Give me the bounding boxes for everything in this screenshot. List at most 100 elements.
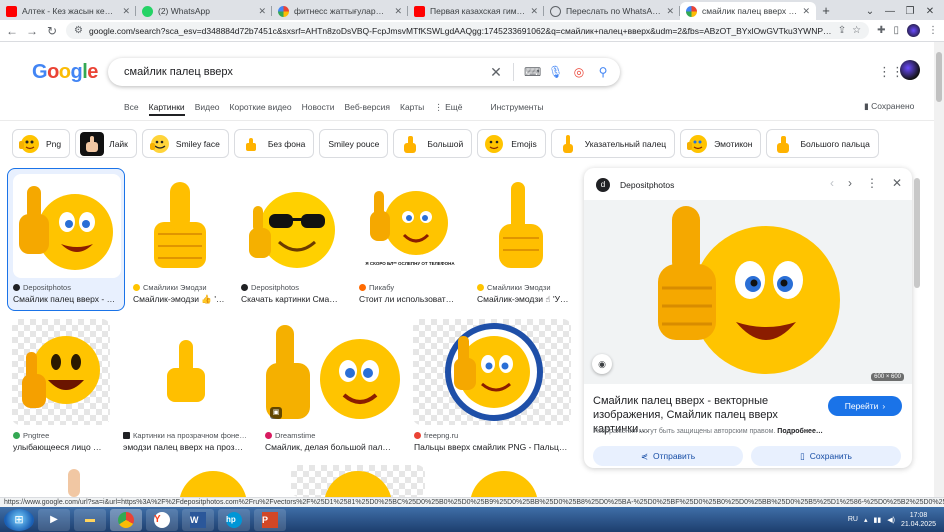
browser-tab-active[interactable]: смайлик палец вверх - Поиск…✕: [680, 2, 816, 20]
search-icon[interactable]: ⚲: [596, 65, 610, 79]
close-tab-icon[interactable]: ✕: [666, 6, 674, 17]
taskbar-media-player[interactable]: ▶: [38, 508, 70, 531]
clock[interactable]: 17:08 21.04.2025: [901, 511, 936, 529]
result-caption[interactable]: эмодзи палец вверх на проз…: [123, 442, 253, 452]
result-thumbnail[interactable]: [436, 465, 572, 497]
volume-icon[interactable]: ◀): [887, 516, 895, 524]
tab-video[interactable]: Видео: [195, 102, 220, 116]
close-tab-icon[interactable]: ✕: [802, 6, 810, 17]
keyboard-icon[interactable]: ⌨: [524, 65, 541, 79]
result-caption[interactable]: Пальцы вверх смайлик PNG - Пальц…: [414, 442, 572, 452]
taskbar-word[interactable]: W: [182, 508, 214, 531]
result-thumbnail[interactable]: [13, 174, 121, 278]
tab-search-chevron-icon[interactable]: ⌄: [862, 6, 878, 17]
browser-tab[interactable]: Первая казахская гимнастика…✕: [408, 2, 544, 20]
tab-all[interactable]: Все: [124, 102, 139, 116]
address-bar[interactable]: ⚙ google.com/search?sca_esv=d348884d72b7…: [66, 22, 870, 39]
next-chevron-icon[interactable]: ›: [848, 176, 852, 190]
reload-icon[interactable]: ↻: [46, 24, 58, 38]
tab-web[interactable]: Веб-версия: [345, 102, 390, 116]
search-input[interactable]: [124, 66, 479, 78]
browser-tab[interactable]: Алтек - Кез жасын кемеңтеспе…✕: [0, 2, 136, 20]
save-button[interactable]: ▯ Сохранить: [751, 446, 901, 466]
chip-png[interactable]: Png: [12, 129, 71, 158]
chip-smiley-pouce[interactable]: Smiley pouce: [319, 129, 389, 158]
google-lens-icon[interactable]: ◎: [572, 65, 586, 79]
result-source[interactable]: Depositphotos: [241, 283, 345, 292]
result-thumbnail[interactable]: [122, 319, 252, 425]
visit-button[interactable]: Перейти ›: [828, 396, 902, 416]
taskbar-powerpoint[interactable]: P: [254, 508, 286, 531]
tab-maps[interactable]: Карты: [400, 102, 424, 116]
previous-chevron-icon[interactable]: ‹: [830, 176, 834, 190]
browser-tab[interactable]: Переслать по WhatsApp ✕: [544, 2, 680, 20]
chip-emoticon[interactable]: Эмотикон: [680, 129, 762, 158]
result-thumbnail[interactable]: [241, 174, 345, 278]
close-tab-icon[interactable]: ✕: [530, 6, 538, 17]
page-scrollbar[interactable]: [934, 42, 944, 506]
chip-index-finger[interactable]: Указательный палец: [550, 129, 676, 158]
google-logo[interactable]: Google: [32, 61, 98, 84]
extensions-puzzle-icon[interactable]: ✚: [877, 25, 885, 36]
language-indicator[interactable]: RU: [848, 516, 858, 523]
result-caption[interactable]: улыбающееся лицо …: [13, 442, 111, 452]
close-tab-icon[interactable]: ✕: [258, 6, 266, 17]
taskbar-yandex[interactable]: Y: [146, 508, 178, 531]
result-source[interactable]: Смайлики Эмодзи: [133, 283, 231, 292]
close-icon[interactable]: ✕: [892, 176, 902, 190]
bookmark-star-icon[interactable]: ☆: [852, 25, 861, 36]
tab-short-video[interactable]: Короткие видео: [230, 102, 292, 116]
result-thumbnail[interactable]: [12, 319, 110, 425]
panel-scrollbar[interactable]: [914, 178, 920, 288]
share-icon[interactable]: ⇪: [838, 25, 846, 36]
saved-link[interactable]: ▮ Сохранено: [864, 101, 914, 112]
learn-more-link[interactable]: Подробнее…: [777, 428, 823, 435]
restore-icon[interactable]: ❐: [902, 6, 918, 17]
tab-news[interactable]: Новости: [302, 102, 335, 116]
google-lens-button[interactable]: ◉: [592, 354, 612, 374]
result-source[interactable]: freepng.ru: [414, 431, 572, 440]
result-source[interactable]: Depositphotos: [13, 283, 121, 292]
result-caption[interactable]: Смайлик палец вверх - …: [13, 294, 121, 304]
result-source[interactable]: Pngtree: [13, 431, 111, 440]
tab-more[interactable]: ⋮ Ещё: [434, 102, 462, 116]
microphone-icon[interactable]: 🎙: [548, 65, 563, 79]
browser-tab[interactable]: фитнесс жаттығулары - Поиск…✕: [272, 2, 408, 20]
new-tab-plus-icon[interactable]: +: [816, 2, 836, 20]
panel-source-name[interactable]: Depositphotos: [620, 180, 674, 190]
result-thumbnail[interactable]: [146, 465, 280, 497]
chip-emojis[interactable]: Emojis: [477, 129, 546, 158]
side-panel-icon[interactable]: ▯: [893, 25, 899, 36]
back-arrow-icon[interactable]: ←: [6, 24, 18, 38]
result-source[interactable]: Смайлики Эмодзи: [477, 283, 571, 292]
result-caption[interactable]: Скачать картинки Сма…: [241, 294, 345, 304]
chip-smiley-face[interactable]: Smiley face: [141, 129, 229, 158]
result-source[interactable]: Dreamstime: [265, 431, 403, 440]
result-thumbnail[interactable]: [475, 174, 571, 278]
share-button[interactable]: ⋞ Отправить: [593, 446, 743, 466]
close-tab-icon[interactable]: ✕: [394, 6, 402, 17]
browser-tab[interactable]: (2) WhatsApp ✕: [136, 2, 272, 20]
result-thumbnail[interactable]: Я СКОРО БЛ** ОСЛЕПНУ ОТ ТЕЛЕФОНА: [357, 174, 463, 278]
tray-arrow-icon[interactable]: ▴: [864, 516, 868, 524]
result-caption[interactable]: Смайлик, делая большой пал…: [265, 442, 403, 452]
start-button[interactable]: ⊞: [4, 508, 34, 531]
result-thumbnail[interactable]: [291, 465, 425, 497]
chip-large[interactable]: Большой: [393, 129, 473, 158]
network-icon[interactable]: ▮▮: [874, 516, 882, 524]
forward-arrow-icon[interactable]: →: [26, 24, 38, 38]
result-thumbnail[interactable]: [131, 174, 231, 278]
result-caption[interactable]: Стоит ли использоват…: [359, 294, 463, 304]
profile-avatar-icon[interactable]: [907, 24, 920, 37]
chip-thumb[interactable]: Большого пальца: [766, 129, 879, 158]
clear-search-icon[interactable]: ✕: [489, 64, 503, 81]
result-thumbnail[interactable]: [12, 465, 136, 497]
taskbar-explorer[interactable]: ▬: [74, 508, 106, 531]
result-source[interactable]: Картинки на прозрачном фоне…: [123, 431, 253, 440]
result-thumbnail[interactable]: [413, 319, 571, 425]
page-scrollbar-thumb[interactable]: [936, 52, 942, 102]
result-source[interactable]: Пикабу: [359, 283, 463, 292]
result-caption[interactable]: Смайлик-эмодзи 👍 '…: [133, 294, 231, 305]
tab-images[interactable]: Картинки: [148, 102, 185, 116]
tools-button[interactable]: Инструменты: [491, 102, 544, 116]
